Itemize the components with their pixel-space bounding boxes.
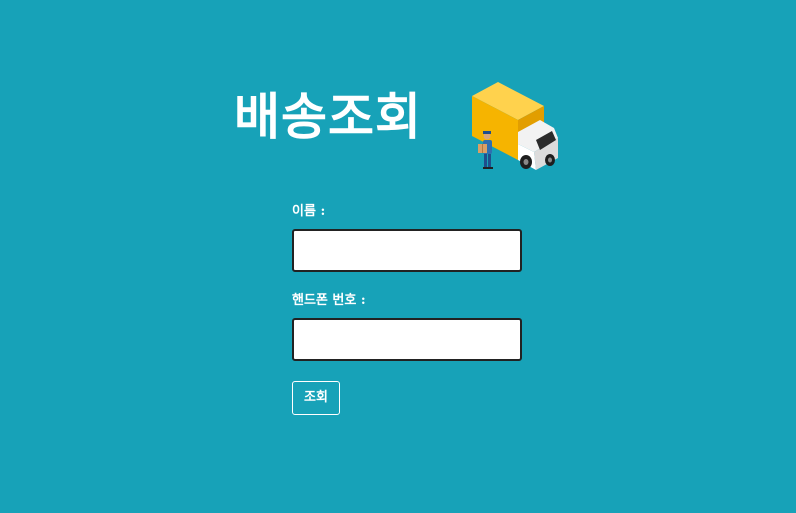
phone-input[interactable] [292,318,522,361]
delivery-truck-icon [472,82,558,170]
name-label: 이름 : [292,204,326,219]
lookup-button[interactable]: 조회 [292,381,340,415]
page-title: 배송조회 [234,88,422,146]
phone-label: 핸드폰 번호 : [292,293,366,308]
lookup-form: 이름 : 핸드폰 번호 : 조회 [292,203,532,415]
name-input[interactable] [292,229,522,272]
page-header: 배송조회 [234,78,558,178]
delivery-lookup-page: 배송조회 이름 : 핸드폰 번호: 조회 [0,0,796,513]
